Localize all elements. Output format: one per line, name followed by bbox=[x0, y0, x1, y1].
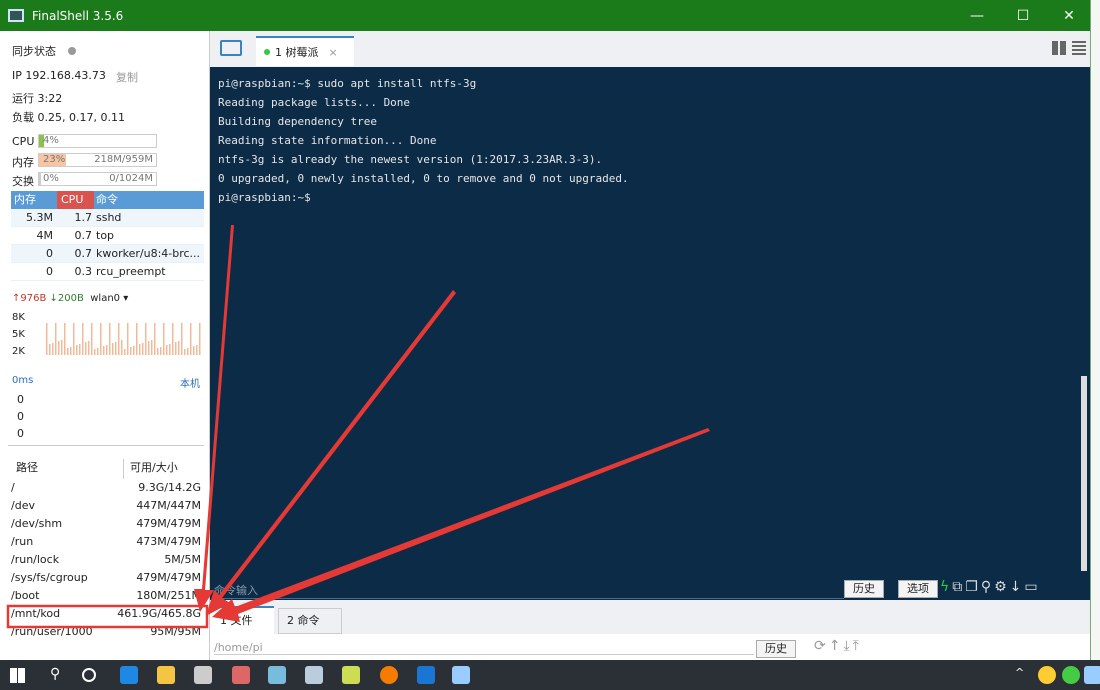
start-icon[interactable] bbox=[10, 668, 25, 683]
remote-icon[interactable] bbox=[268, 666, 286, 684]
network-icon[interactable] bbox=[1084, 666, 1100, 684]
cortana-icon[interactable] bbox=[82, 668, 96, 682]
explorer-icon[interactable] bbox=[157, 666, 175, 684]
annotation-arrows bbox=[6, 225, 710, 629]
app-icon[interactable] bbox=[417, 666, 435, 684]
highlight-box bbox=[6, 604, 209, 629]
arrow-1 bbox=[194, 225, 234, 612]
tray-app-icon[interactable] bbox=[1062, 666, 1080, 684]
notepad-icon[interactable] bbox=[305, 666, 323, 684]
search-icon[interactable]: ⚲ bbox=[50, 666, 60, 682]
calculator-icon[interactable] bbox=[194, 666, 212, 684]
firefox-icon[interactable] bbox=[380, 666, 398, 684]
taskbar: ⚲ ^ bbox=[0, 660, 1100, 690]
finalshell-task-icon[interactable] bbox=[452, 666, 470, 684]
qq-icon[interactable] bbox=[1038, 666, 1056, 684]
paint-icon[interactable] bbox=[232, 666, 250, 684]
notepadpp-icon[interactable] bbox=[342, 666, 360, 684]
arrow-2 bbox=[206, 290, 456, 616]
arrow-3 bbox=[212, 428, 710, 622]
edge-icon[interactable] bbox=[120, 666, 138, 684]
tray-chevron-icon[interactable]: ^ bbox=[1015, 666, 1024, 679]
